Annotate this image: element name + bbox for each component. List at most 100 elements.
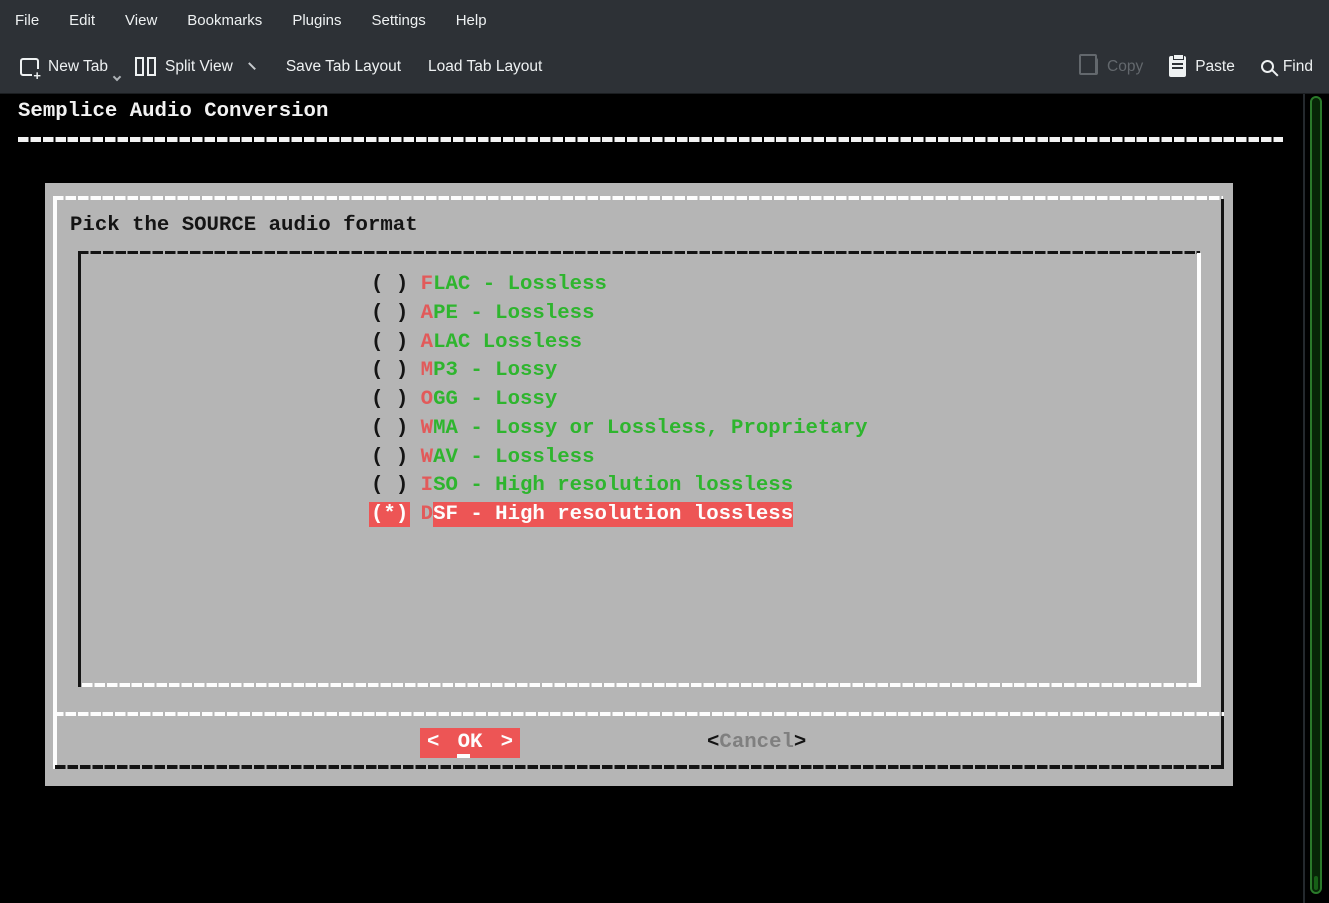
format-option[interactable]: ( ) MP3 - Lossy (371, 357, 557, 384)
menu-view[interactable]: View (110, 0, 172, 40)
scrollbar-track-divider (1303, 94, 1305, 903)
menu-file[interactable]: File (0, 0, 54, 40)
option-label: LAC Lossless (433, 330, 583, 354)
option-hotkey: D (420, 503, 434, 527)
dialog-title: Pick the SOURCE audio format (70, 214, 418, 237)
option-label: P3 - Lossy (433, 359, 558, 383)
terminal-cursor (457, 754, 470, 758)
scrollbar-handle[interactable] (1310, 96, 1322, 894)
dialog-border-left (53, 196, 57, 769)
radio-unselected: ( ) (371, 301, 409, 325)
format-option[interactable]: ( ) ALAC Lossless (371, 329, 582, 356)
terminal-app-title: Semplice Audio Conversion (18, 100, 329, 123)
listbox-border-right (1197, 253, 1201, 687)
button-separator (53, 712, 1224, 716)
dialog-panel: Pick the SOURCE audio format ( ) FLAC - … (45, 183, 1233, 786)
listbox-border-bottom (82, 683, 1201, 687)
terminal-screen[interactable]: Semplice Audio Conversion Pick the SOURC… (0, 94, 1329, 903)
menu-help[interactable]: Help (441, 0, 502, 40)
scrollbar-handle-tip (1314, 876, 1318, 890)
option-label: SF - High resolution lossless (433, 502, 794, 528)
cancel-right-bracket: > (793, 731, 807, 754)
option-label: MA - Lossy or Lossless, Proprietary (433, 416, 868, 440)
menu-edit[interactable]: Edit (54, 0, 110, 40)
option-label: GG - Lossy (433, 388, 558, 412)
format-option[interactable]: (*) DSF - High resolution lossless (369, 501, 794, 528)
title-underline (18, 137, 1283, 142)
load-tab-layout-button[interactable]: Load Tab Layout (428, 58, 542, 76)
option-hotkey: A (420, 330, 434, 354)
format-option[interactable]: ( ) ISO - High resolution lossless (371, 472, 793, 499)
format-option[interactable]: ( ) OGG - Lossy (371, 386, 557, 413)
option-hotkey: W (420, 416, 434, 440)
format-option[interactable]: ( ) WMA - Lossy or Lossless, Proprietary (371, 415, 868, 442)
listbox-border-left (78, 251, 81, 687)
ok-left-bracket: < (427, 731, 440, 754)
save-tab-layout-label: Save Tab Layout (285, 57, 402, 75)
cancel-label: Cancel (719, 731, 794, 754)
radio-selected: (*) (369, 502, 411, 528)
option-label: LAC - Lossless (433, 273, 607, 296)
copy-button[interactable]: Copy (1079, 54, 1144, 76)
window-chrome: File Edit View Bookmarks Plugins Setting… (0, 0, 1329, 94)
toolbar: New Tab Split View Save Tab Layout Load … (0, 40, 1329, 93)
option-label: AV - Lossless (433, 445, 595, 469)
menu-bookmarks[interactable]: Bookmarks (172, 0, 277, 40)
radio-unselected: ( ) (371, 416, 409, 440)
cancel-left-bracket: < (707, 731, 720, 754)
radio-unselected: ( ) (371, 273, 409, 296)
option-hotkey: I (420, 474, 434, 498)
new-tab-label: New Tab (48, 57, 109, 75)
dialog-border-bottom (55, 765, 1224, 769)
find-label: Find (1282, 57, 1313, 75)
radio-unselected: ( ) (371, 474, 409, 498)
search-icon (1260, 60, 1274, 73)
option-hotkey: F (420, 273, 434, 296)
option-hotkey: M (420, 359, 434, 383)
radio-unselected: ( ) (371, 388, 409, 412)
menu-settings[interactable]: Settings (357, 0, 441, 40)
radio-unselected: ( ) (371, 445, 409, 469)
format-option[interactable]: ( ) WAV - Lossless (371, 444, 594, 471)
copy-icon (1079, 54, 1099, 75)
option-label: PE - Lossless (433, 301, 595, 325)
new-tab-icon (20, 57, 42, 82)
option-label: SO - High resolution lossless (433, 474, 794, 498)
paste-label: Paste (1195, 57, 1235, 75)
cancel-button[interactable]: < Cancel > (707, 728, 807, 758)
ok-right-bracket: > (500, 731, 513, 754)
find-button[interactable]: Find (1260, 57, 1313, 76)
menu-plugins[interactable]: Plugins (277, 0, 356, 40)
paste-icon (1169, 54, 1187, 77)
split-view-label: Split View (165, 57, 233, 75)
menu-bar: File Edit View Bookmarks Plugins Setting… (0, 0, 1329, 40)
option-hotkey: W (420, 445, 434, 469)
format-option[interactable]: ( ) FLAC - Lossless (371, 271, 607, 298)
split-view-icon (135, 57, 157, 76)
radio-unselected: ( ) (371, 330, 409, 354)
chevron-down-icon (247, 57, 261, 71)
load-tab-layout-label: Load Tab Layout (428, 57, 543, 75)
split-view-button[interactable]: Split View (135, 57, 261, 76)
paste-button[interactable]: Paste (1169, 54, 1235, 77)
option-hotkey: O (420, 388, 434, 412)
dialog-border-top (53, 196, 1223, 200)
ok-button[interactable]: < OK > (420, 728, 520, 758)
copy-label: Copy (1107, 57, 1144, 75)
option-hotkey: A (420, 301, 434, 325)
new-tab-button[interactable]: New Tab (20, 57, 122, 82)
dialog-border-right (1221, 199, 1224, 769)
save-tab-layout-button[interactable]: Save Tab Layout (286, 58, 401, 76)
chevron-down-icon (112, 72, 122, 81)
format-option[interactable]: ( ) APE - Lossless (371, 300, 594, 327)
listbox-border-top (78, 251, 1200, 254)
